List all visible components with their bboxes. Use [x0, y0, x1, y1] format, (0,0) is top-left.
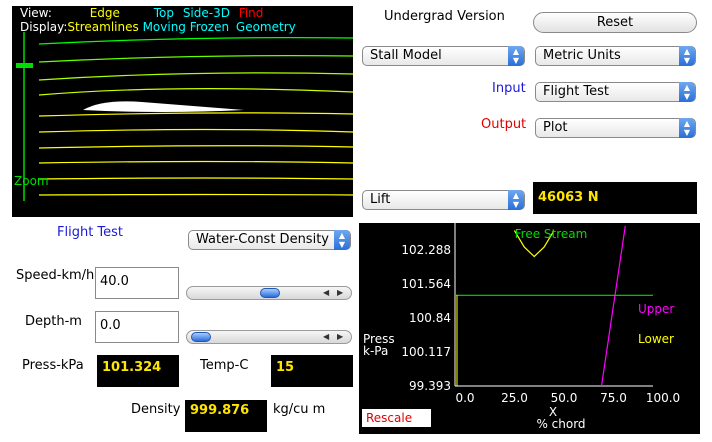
x-tick-label: 0.0 [455, 391, 474, 405]
flight-test-title: Flight Test [57, 225, 124, 240]
temperature-label: Temp-C [200, 358, 249, 373]
input-select[interactable]: Flight Test ▲ ▼ [535, 82, 696, 102]
select-arrows-icon: ▲ ▼ [508, 190, 524, 210]
x-tick-label: 75.0 [600, 391, 627, 405]
reset-button[interactable]: Reset [533, 12, 697, 33]
view-side3d-option[interactable]: Side-3D [183, 6, 230, 20]
pressure-plot-svg: 102.288 101.564 100.84 100.117 99.393 0.0 25.0… [363, 223, 680, 431]
select-arrows-icon: ▲ ▼ [334, 230, 350, 250]
legend-upper: Upper [638, 302, 674, 316]
version-label: Undergrad Version [384, 9, 505, 24]
output-label: Output [481, 117, 527, 132]
density-unit: kg/cu m [273, 402, 326, 417]
density-readout: 999.876 [185, 400, 267, 432]
rescale-button[interactable]: Rescale [362, 409, 431, 427]
streamlines [38, 37, 353, 196]
y-tick-label: 100.84 [409, 311, 451, 325]
depth-slider-thumb[interactable] [191, 332, 211, 342]
slider-right-arrow-icon[interactable]: ▶ [337, 332, 343, 341]
display-label: Display: [20, 20, 68, 34]
view-find-option[interactable]: Find [239, 6, 264, 20]
display-moving-option[interactable]: Moving [143, 20, 186, 34]
display-streamlines-option[interactable]: Streamlines [67, 20, 138, 34]
select-arrows-icon: ▲ ▼ [679, 82, 695, 102]
series-line-upper [600, 225, 626, 386]
display-row: Display:Streamlines Moving Frozen Geomet… [20, 20, 296, 34]
input-label: Input [492, 81, 526, 96]
speed-slider-thumb[interactable] [260, 288, 281, 298]
result-type-select-value: Lift [370, 192, 391, 207]
result-type-select[interactable]: Lift ▲ ▼ [362, 190, 525, 210]
depth-label: Depth-m [25, 314, 82, 329]
slider-left-arrow-icon[interactable]: ◀ [323, 332, 329, 341]
y-tick-label: 99.393 [409, 379, 451, 393]
view-label: View: [20, 6, 52, 20]
output-select[interactable]: Plot ▲ ▼ [535, 118, 696, 138]
flow-view-panel[interactable]: View: Edge Top Side-3D Find Display:Stre… [12, 6, 353, 217]
units-select[interactable]: Metric Units ▲ ▼ [535, 46, 696, 66]
select-arrows-icon: ▲ ▼ [679, 46, 695, 66]
display-geometry-option[interactable]: Geometry [236, 20, 296, 34]
stall-model-select-value: Stall Model [370, 48, 442, 63]
output-select-value: Plot [543, 120, 568, 135]
streamline-canvas [16, 32, 353, 201]
display-frozen-option[interactable]: Frozen [190, 20, 229, 34]
pressure-label: Press-kPa [22, 358, 84, 373]
view-top-option[interactable]: Top [154, 6, 174, 20]
temperature-readout: 15 [271, 355, 353, 387]
units-select-value: Metric Units [543, 48, 621, 63]
pressure-readout: 101.324 [97, 355, 179, 387]
depth-slider[interactable]: ◀ ▶ [186, 330, 352, 344]
y-tick-label: 101.564 [401, 277, 451, 291]
airfoil-shape [83, 101, 244, 112]
chart-title: Free Stream [515, 227, 588, 241]
view-row: View: Edge Top Side-3D Find [20, 6, 263, 20]
zoom-label: Zoom [14, 174, 49, 188]
environment-select[interactable]: Water-Const Density ▲ ▼ [188, 230, 351, 250]
slider-left-arrow-icon[interactable]: ◀ [323, 288, 329, 297]
speed-input[interactable]: 40.0 [95, 267, 179, 299]
pressure-plot: 102.288 101.564 100.84 100.117 99.393 0.0 25.0… [359, 223, 700, 434]
depth-input[interactable]: 0.0 [95, 311, 179, 343]
input-select-value: Flight Test [543, 84, 610, 99]
density-label: Density [131, 402, 181, 417]
legend-lower: Lower [638, 332, 674, 346]
x-tick-label: 100.0 [646, 391, 680, 405]
x-tick-label: 50.0 [551, 391, 578, 405]
x-axis-label-unit: % chord [536, 417, 585, 431]
y-axis-label-unit: k-Pa [363, 344, 388, 358]
speed-label: Speed-km/h [16, 268, 95, 283]
zoom-slider-handle [16, 63, 33, 68]
x-tick-label: 25.0 [501, 391, 528, 405]
environment-select-value: Water-Const Density [196, 232, 329, 247]
view-edge-option[interactable]: Edge [90, 6, 120, 20]
speed-slider[interactable]: ◀ ▶ [186, 286, 352, 300]
y-tick-label: 100.117 [401, 345, 451, 359]
lift-readout: 46063 N [533, 182, 697, 214]
select-arrows-icon: ▲ ▼ [508, 46, 524, 66]
select-arrows-icon: ▲ ▼ [679, 118, 695, 138]
stall-model-select[interactable]: Stall Model ▲ ▼ [362, 46, 525, 66]
slider-right-arrow-icon[interactable]: ▶ [337, 288, 343, 297]
y-tick-label: 102.288 [401, 243, 451, 257]
